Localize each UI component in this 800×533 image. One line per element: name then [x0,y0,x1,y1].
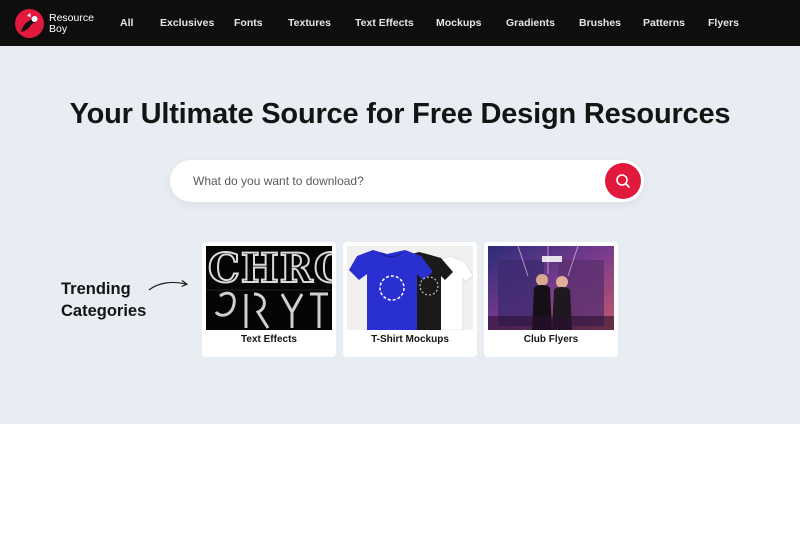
category-card-text-effects[interactable]: CHRO Text Effects [202,242,336,357]
card-label-club-flyers: Club Flyers [523,334,579,345]
hero-title: Your Ultimate Source for Free Design Res… [69,98,731,130]
nav-all[interactable]: All [120,17,133,29]
trending-line-2: Categories [61,302,147,320]
nav-textures[interactable]: Textures [288,17,331,29]
nav-patterns[interactable]: Patterns [643,17,685,29]
search-button[interactable] [605,163,641,199]
nav-exclusives[interactable]: Exclusives [160,17,214,29]
nav-mockups[interactable]: Mockups [436,17,482,29]
trending-heading: Trending Categories [61,278,146,322]
nav-fonts[interactable]: Fonts [234,17,263,29]
search-bar [170,160,644,202]
club-flyers-thumbnail [488,246,614,330]
category-card-club-flyers[interactable]: Club Flyers [484,242,618,357]
curved-arrow-icon [148,280,189,291]
card-label-text-effects: Text Effects [241,334,297,345]
search-icon [616,174,630,188]
nav-text-effects[interactable]: Text Effects [355,17,414,29]
category-card-tshirt-mockups[interactable]: T-Shirt Mockups [343,242,477,357]
thumbnail-text: CHRO [208,246,332,292]
hero-section: Your Ultimate Source for Free Design Res… [0,46,800,424]
top-navigation-bar: Resource Boy All Exclusives Fonts Textur… [0,0,800,46]
search-input[interactable] [193,160,593,202]
trending-line-1: Trending [61,280,131,298]
nav-gradients[interactable]: Gradients [506,17,555,29]
nav-brushes[interactable]: Brushes [579,17,621,29]
card-label-tshirt-mockups: T-Shirt Mockups [371,334,449,345]
main-nav: All Exclusives Fonts Textures Text Effec… [0,0,800,46]
text-effects-thumbnail: CHRO [206,246,332,330]
tshirt-mockups-thumbnail [347,246,473,330]
page-blank-area [0,424,800,533]
nav-flyers[interactable]: Flyers [708,17,739,29]
